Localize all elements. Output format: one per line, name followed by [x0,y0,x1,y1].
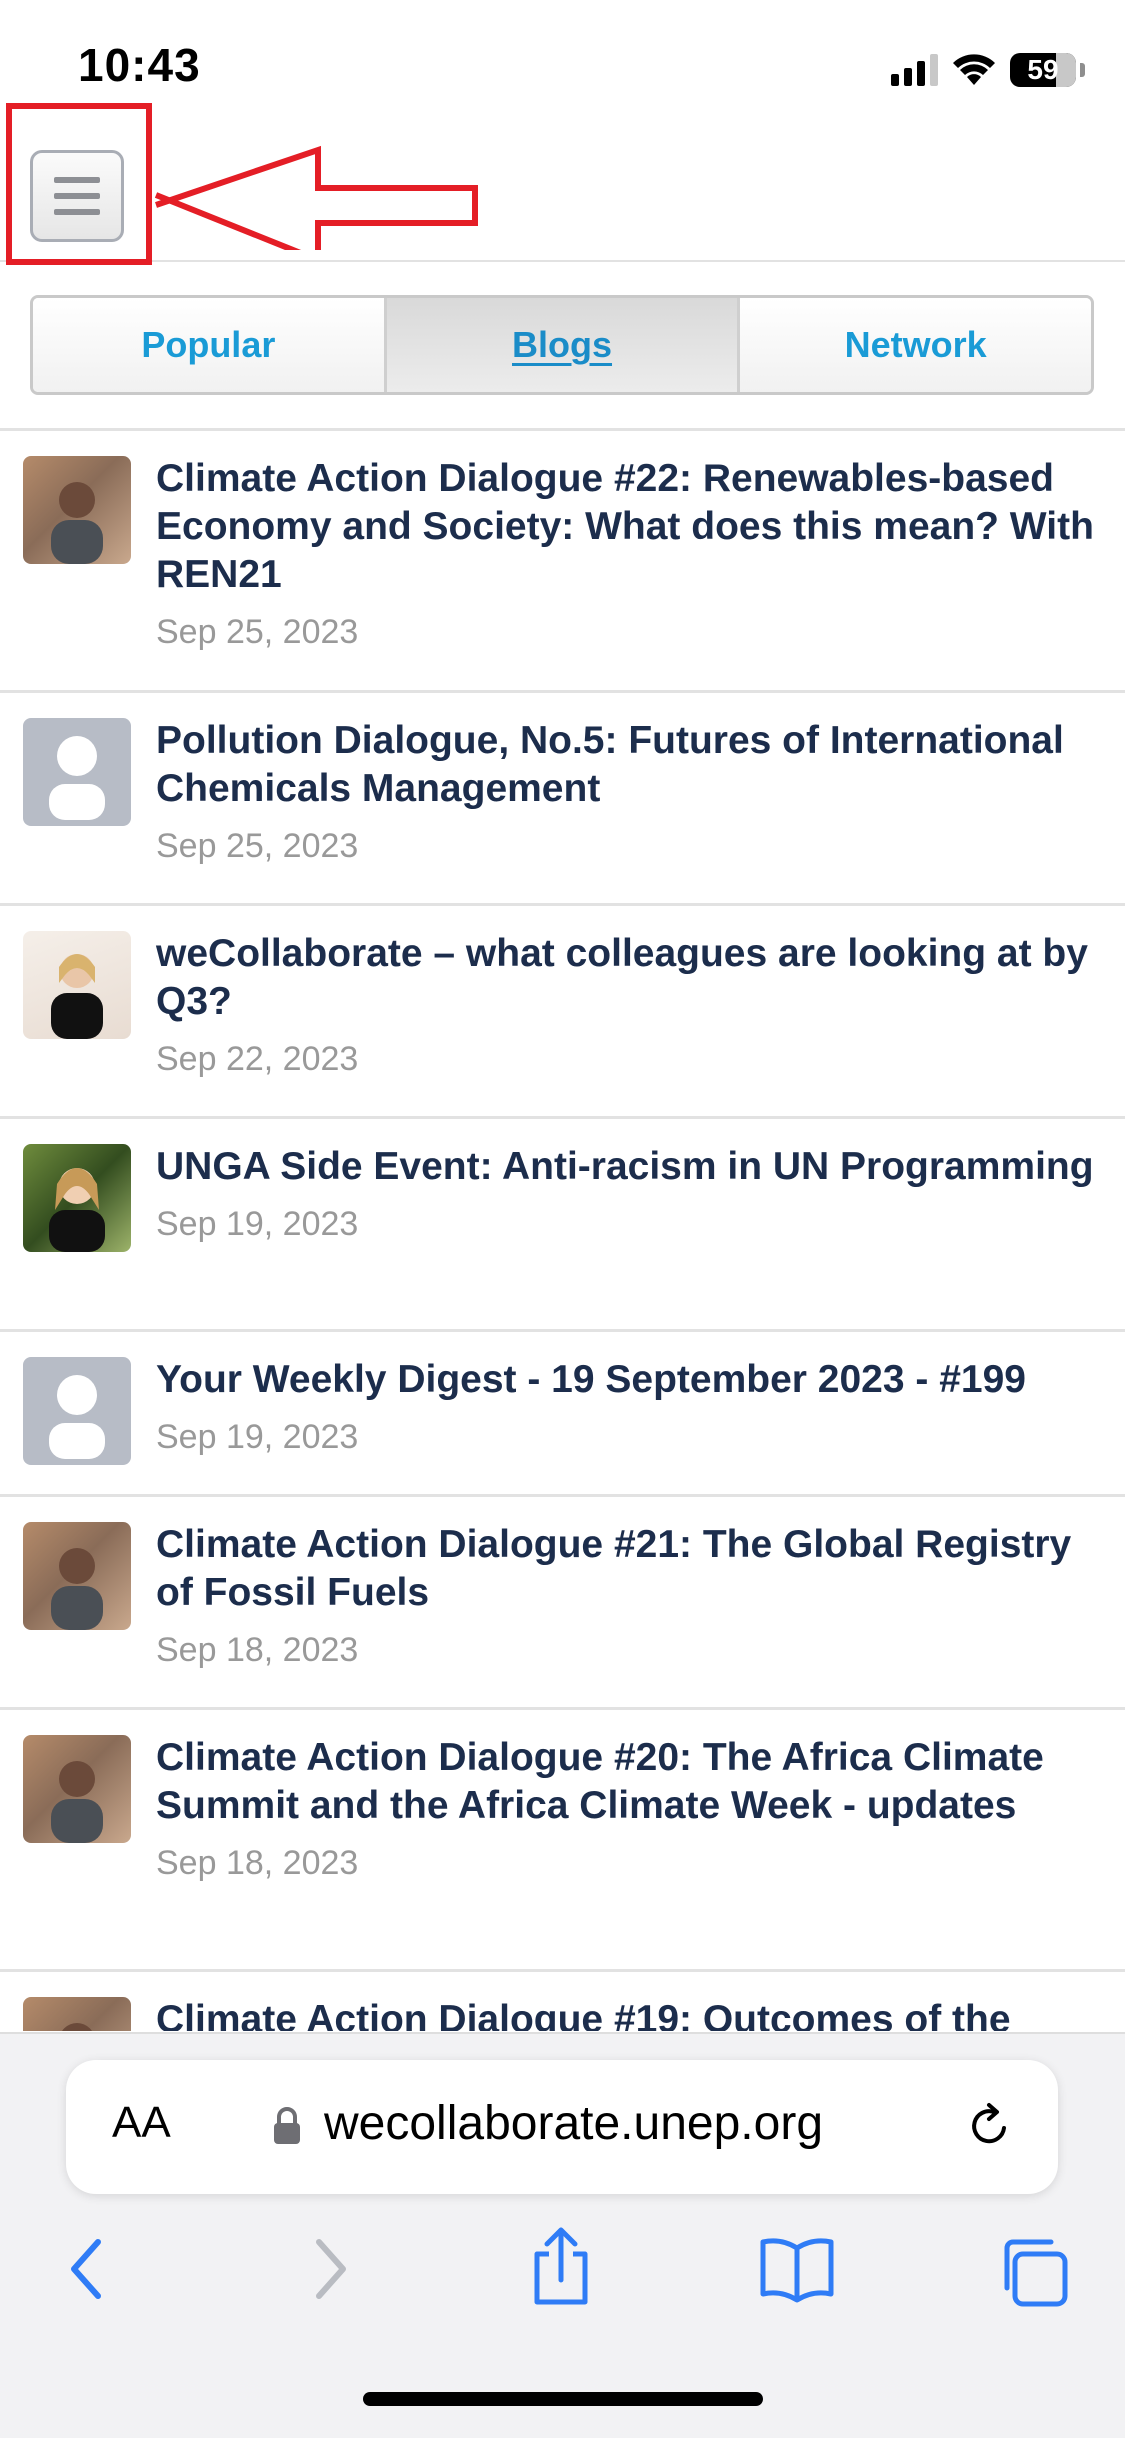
post-title[interactable]: Climate Action Dialogue #22: Renewables-… [156,455,1095,599]
battery-level: 59 [1027,54,1059,85]
post-date: Sep 18, 2023 [156,1631,359,1669]
lock-icon [274,2107,300,2144]
post-title[interactable]: Climate Action Dialogue #21: The Global … [156,1521,1095,1617]
post-title[interactable]: UNGA Side Event: Anti-racism in UN Progr… [156,1143,1095,1191]
annotation-highlight-box [6,103,152,265]
tab-network[interactable]: Network [737,298,1091,392]
tabs-icon[interactable] [995,2234,1071,2310]
safari-toolbar: AA wecollaborate.unep.org [0,2032,1125,2438]
author-avatar [23,1144,131,1252]
battery-icon: 59 [1010,53,1076,87]
post-title[interactable]: Climate Action Dialogue #20: The Africa … [156,1734,1095,1830]
author-avatar [23,931,131,1039]
annotation-arrow-icon [154,145,478,250]
list-item[interactable]: Your Weekly Digest - 19 September 2023 -… [0,1332,1125,1497]
list-item[interactable]: Pollution Dialogue, No.5: Futures of Int… [0,693,1125,906]
status-icons: 59 [891,48,1085,92]
post-date: Sep 25, 2023 [156,613,359,651]
tab-popular[interactable]: Popular [33,298,384,392]
bookmarks-icon[interactable] [757,2234,837,2304]
reload-icon[interactable] [962,2098,1018,2154]
post-date: Sep 22, 2023 [156,1040,359,1078]
list-item[interactable]: Climate Action Dialogue #20: The Africa … [0,1710,1125,1972]
list-item[interactable]: Climate Action Dialogue #19: Outcomes of… [0,1972,1125,2031]
post-title[interactable]: Your Weekly Digest - 19 September 2023 -… [156,1356,1095,1404]
default-avatar-icon [23,1357,131,1465]
list-item[interactable]: UNGA Side Event: Anti-racism in UN Progr… [0,1119,1125,1332]
battery-cap [1080,63,1085,77]
tab-blogs[interactable]: Blogs [383,298,738,392]
list-item[interactable]: weCollaborate – what colleagues are look… [0,906,1125,1119]
section-tabs: Popular Blogs Network [30,295,1094,395]
list-item[interactable]: Climate Action Dialogue #21: The Global … [0,1497,1125,1710]
share-icon[interactable] [525,2224,597,2308]
post-date: Sep 19, 2023 [156,1418,359,1456]
author-avatar [23,1997,131,2031]
forward-icon[interactable] [305,2234,355,2304]
home-indicator[interactable] [363,2392,763,2406]
wifi-icon [953,54,995,85]
author-avatar [23,456,131,564]
post-title[interactable]: weCollaborate – what colleagues are look… [156,930,1095,1026]
post-title[interactable]: Climate Action Dialogue #19: Outcomes of… [156,1996,1095,2031]
list-item[interactable]: Climate Action Dialogue #22: Renewables-… [0,431,1125,693]
page-settings-button[interactable]: AA [112,2098,171,2148]
browser-nav-row [0,2227,1125,2334]
post-date: Sep 18, 2023 [156,1844,359,1882]
url-text[interactable]: wecollaborate.unep.org [324,2096,823,2151]
post-title[interactable]: Pollution Dialogue, No.5: Futures of Int… [156,717,1095,813]
author-avatar [23,1522,131,1630]
blog-list: Climate Action Dialogue #22: Renewables-… [0,431,1125,2031]
post-date: Sep 19, 2023 [156,1205,359,1243]
status-bar: 10:43 59 [0,0,1125,100]
status-time: 10:43 [78,39,201,91]
site-header [0,100,1125,265]
address-bar[interactable]: AA wecollaborate.unep.org [66,2060,1058,2194]
cellular-signal-icon [891,54,938,86]
back-icon[interactable] [62,2234,112,2304]
post-date: Sep 25, 2023 [156,827,359,865]
author-avatar [23,1735,131,1843]
default-avatar-icon [23,718,131,826]
